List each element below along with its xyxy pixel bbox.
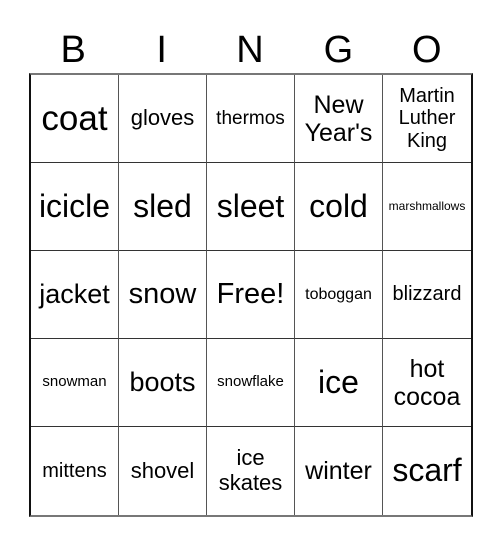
- bingo-cell[interactable]: winter: [295, 427, 383, 515]
- bingo-cell[interactable]: ice skates: [207, 427, 295, 515]
- bingo-cell[interactable]: marshmallows: [383, 163, 471, 251]
- bingo-cell[interactable]: scarf: [383, 427, 471, 515]
- bingo-cell[interactable]: snowman: [31, 339, 119, 427]
- bingo-cell[interactable]: sled: [119, 163, 207, 251]
- free-space[interactable]: Free!: [207, 251, 295, 339]
- bingo-cell[interactable]: ice: [295, 339, 383, 427]
- bingo-cell[interactable]: cold: [295, 163, 383, 251]
- header-letter-g: G: [323, 29, 354, 71]
- bingo-cell[interactable]: boots: [119, 339, 207, 427]
- bingo-cell[interactable]: jacket: [31, 251, 119, 339]
- bingo-cell[interactable]: shovel: [119, 427, 207, 515]
- bingo-header: B I N G O: [29, 28, 471, 73]
- bingo-cell[interactable]: New Year's: [295, 75, 383, 163]
- bingo-cell[interactable]: coat: [31, 75, 119, 163]
- bingo-cell[interactable]: hot cocoa: [383, 339, 471, 427]
- bingo-cell[interactable]: blizzard: [383, 251, 471, 339]
- bingo-cell[interactable]: gloves: [119, 75, 207, 163]
- bingo-cell[interactable]: thermos: [207, 75, 295, 163]
- bingo-cell[interactable]: snow: [119, 251, 207, 339]
- bingo-cell[interactable]: Martin Luther King: [383, 75, 471, 163]
- header-letter-b: B: [60, 29, 86, 71]
- bingo-cell[interactable]: snowflake: [207, 339, 295, 427]
- header-letter-o: O: [412, 29, 442, 71]
- bingo-cell[interactable]: mittens: [31, 427, 119, 515]
- bingo-cell[interactable]: toboggan: [295, 251, 383, 339]
- header-letter-n: N: [236, 29, 264, 71]
- bingo-cell[interactable]: icicle: [31, 163, 119, 251]
- bingo-cell[interactable]: sleet: [207, 163, 295, 251]
- bingo-grid: coat gloves thermos New Year's Martin Lu…: [29, 73, 473, 517]
- header-letter-i: I: [156, 29, 167, 71]
